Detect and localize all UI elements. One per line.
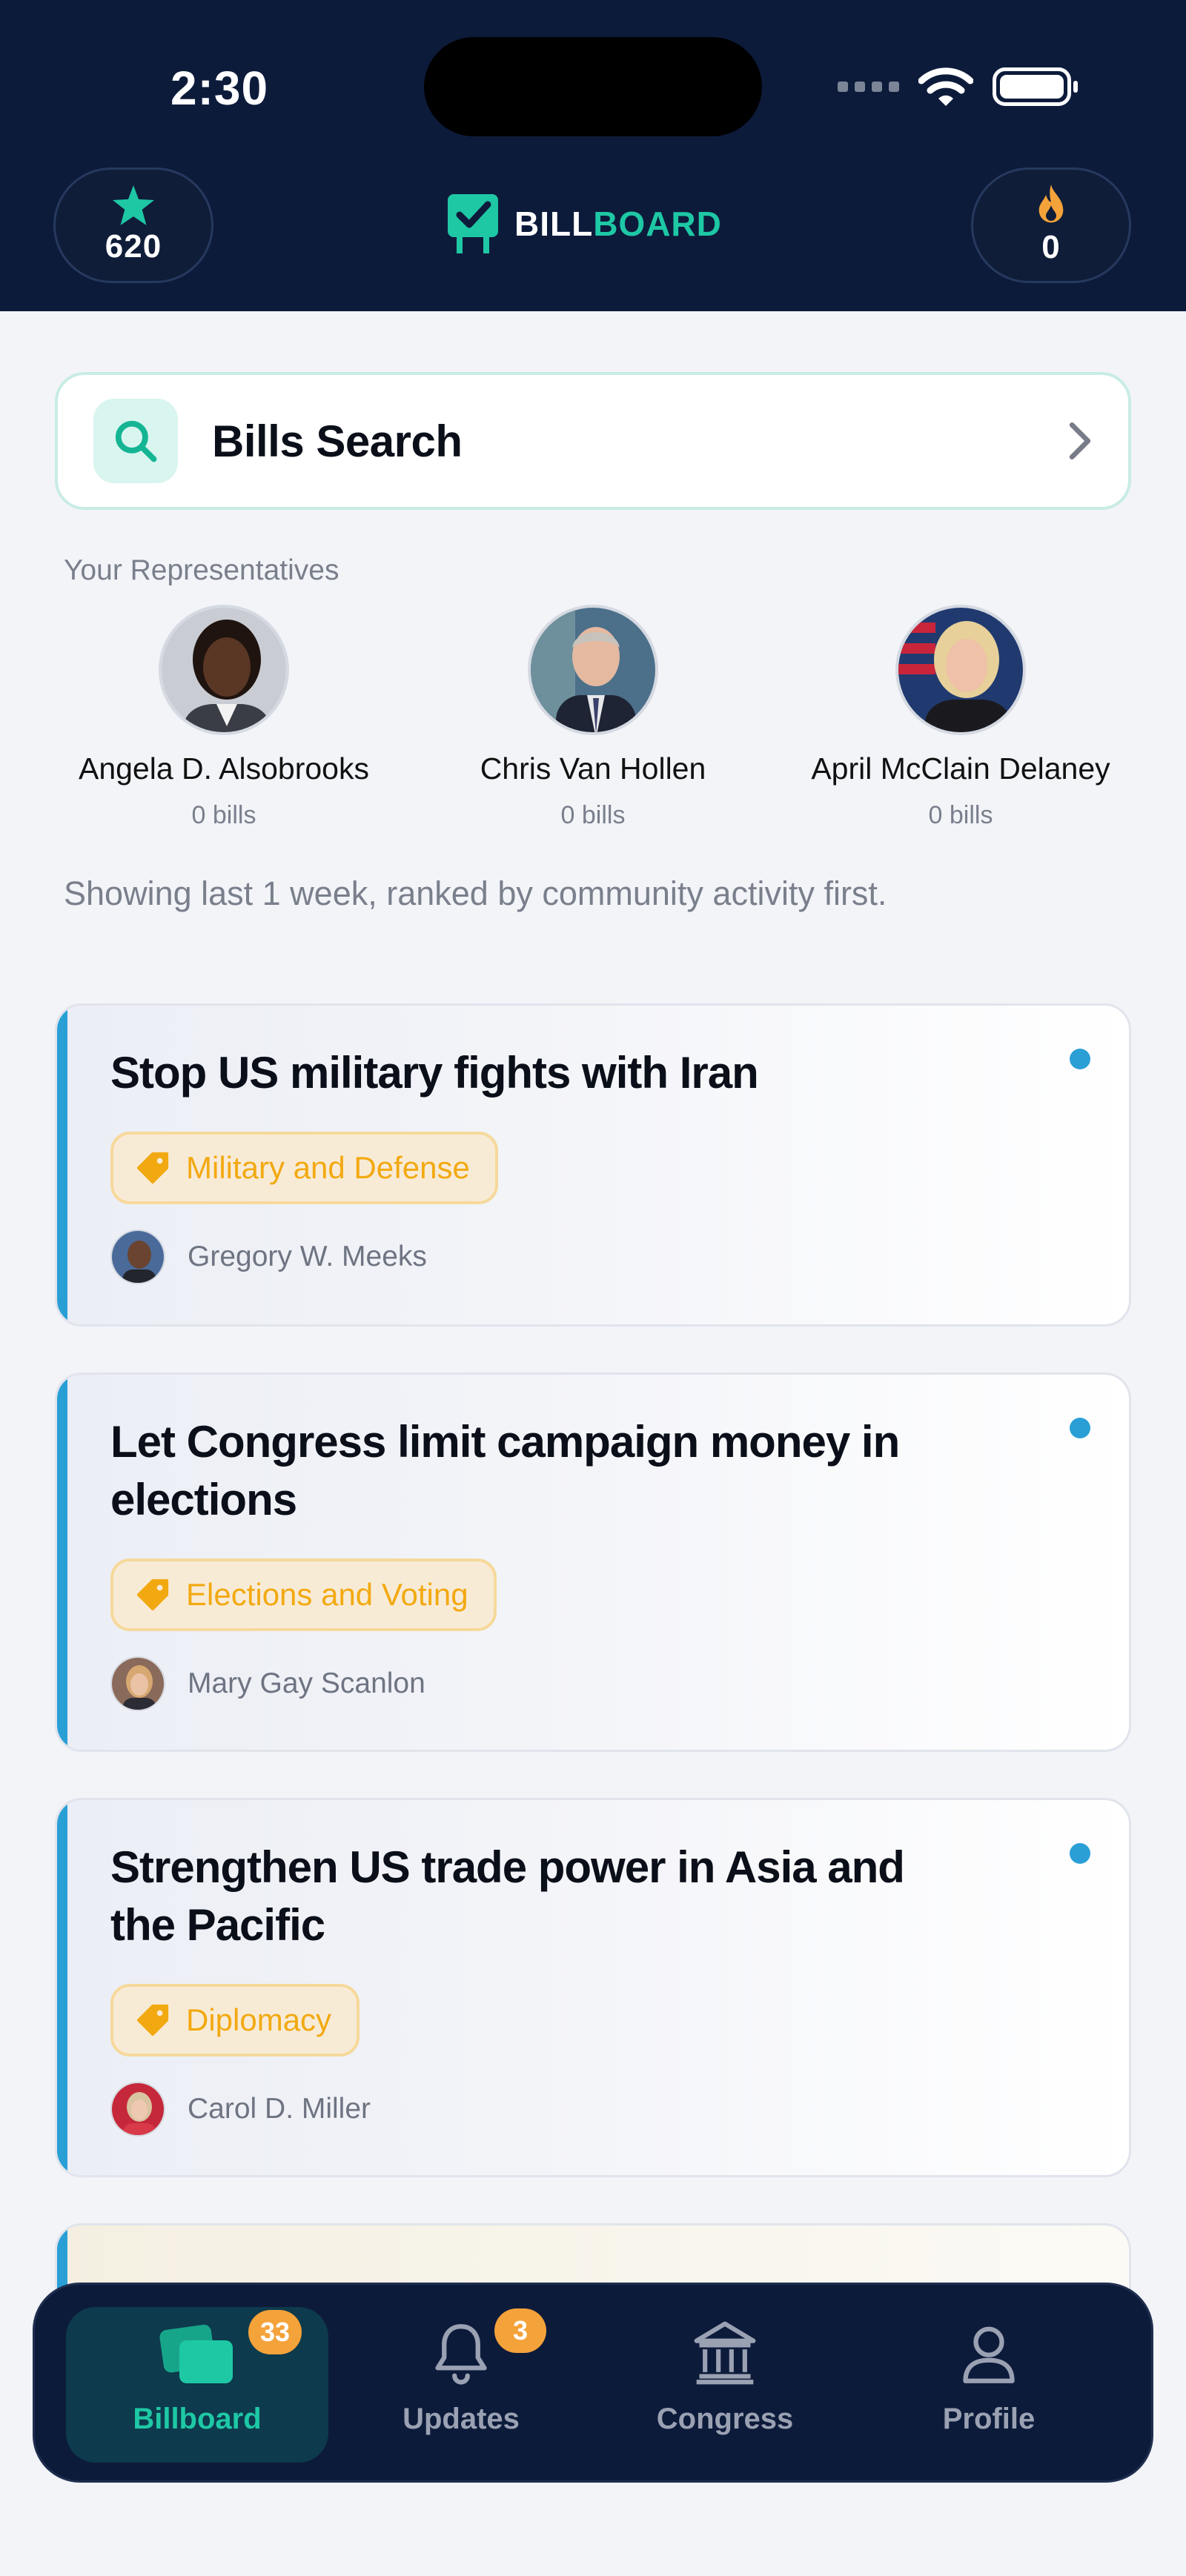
- representative-avatar: [895, 605, 1026, 735]
- nav-label: Billboard: [133, 2403, 262, 2435]
- bills-search-button[interactable]: Bills Search: [55, 372, 1131, 510]
- dynamic-island: [424, 37, 762, 136]
- status-time: 2:30: [170, 62, 269, 115]
- representative-item[interactable]: April McClain Delaney 0 bills: [775, 605, 1146, 830]
- bill-card[interactable]: Stop US military fights with Iran Milita…: [55, 1003, 1131, 1327]
- nav-label: Updates: [402, 2403, 520, 2435]
- bill-title: Strengthen US trade power in Asia and th…: [110, 1842, 905, 1950]
- bill-sponsor: Gregory W. Meeks: [110, 1229, 427, 1284]
- tag-icon: [136, 2004, 169, 2036]
- search-icon: [93, 399, 178, 483]
- bottom-navigation: Billboard 33 Updates 3 Congress Profile: [33, 2283, 1153, 2483]
- unread-indicator: [1070, 1418, 1090, 1438]
- tag-label: Military and Defense: [186, 1150, 470, 1185]
- tag-icon: [136, 1152, 169, 1184]
- bill-card[interactable]: Let Congress limit campaign money in ele…: [55, 1372, 1131, 1752]
- logo-text-board: BOARD: [593, 205, 722, 243]
- capitol-building-icon: [694, 2321, 756, 2385]
- person-icon: [963, 2326, 1015, 2383]
- representative-bill-count: 0 bills: [928, 801, 993, 829]
- card-accent-bar: [57, 1006, 67, 1324]
- bill-title: Let Congress limit campaign money in ele…: [110, 1417, 900, 1524]
- representative-bill-count: 0 bills: [191, 801, 256, 829]
- nav-label: Congress: [656, 2403, 794, 2435]
- card-accent-bar: [57, 1800, 67, 2175]
- bills-search-label: Bills Search: [212, 416, 463, 466]
- representative-bill-count: 0 bills: [560, 801, 626, 829]
- nav-billboard[interactable]: Billboard 33: [66, 2307, 328, 2463]
- representative-avatar: [159, 605, 289, 735]
- checkmark-board-icon: [448, 194, 498, 253]
- sponsor-name: Carol D. Miller: [188, 2093, 371, 2125]
- sponsor-name: Mary Gay Scanlon: [188, 1667, 425, 1699]
- sponsor-avatar: [110, 2082, 165, 2137]
- stars-value: 620: [105, 228, 162, 265]
- bill-category-tag[interactable]: Elections and Voting: [110, 1558, 497, 1631]
- bill-sponsor: Carol D. Miller: [110, 2082, 371, 2137]
- flame-icon: [1038, 185, 1064, 223]
- battery-icon: [993, 67, 1078, 106]
- representatives-list: Angela D. Alsobrooks 0 bills Chris Van H…: [0, 605, 1186, 842]
- notification-badge: 33: [248, 2310, 302, 2354]
- notification-badge: 3: [494, 2308, 546, 2353]
- card-accent-bar: [57, 1375, 67, 1750]
- bill-sponsor: Mary Gay Scanlon: [110, 1656, 425, 1711]
- bill-category-tag[interactable]: Diplomacy: [110, 1984, 360, 2057]
- bell-icon: [435, 2324, 487, 2385]
- representative-item[interactable]: Angela D. Alsobrooks 0 bills: [39, 605, 409, 830]
- cards-icon: [159, 2324, 233, 2383]
- feed-info-text: Showing last 1 week, ranked by community…: [64, 874, 887, 912]
- sponsor-name: Gregory W. Meeks: [188, 1241, 427, 1272]
- nav-label: Profile: [942, 2403, 1036, 2435]
- stars-counter[interactable]: 620: [53, 167, 213, 283]
- logo-text-bill: BILL: [514, 205, 594, 243]
- streak-value: 0: [1041, 229, 1061, 265]
- representatives-heading: Your Representatives: [64, 554, 339, 586]
- status-icons: [838, 67, 1078, 106]
- sponsor-avatar: [110, 1656, 165, 1711]
- cellular-signal-icon: [838, 82, 899, 92]
- representative-name: April McClain Delaney: [811, 751, 1110, 786]
- chevron-right-icon: [1069, 422, 1091, 459]
- star-icon: [113, 185, 154, 225]
- representative-avatar: [528, 605, 658, 735]
- nav-updates[interactable]: Updates 3: [330, 2307, 592, 2463]
- representative-name: Chris Van Hollen: [480, 751, 706, 786]
- representative-item[interactable]: Chris Van Hollen 0 bills: [408, 605, 778, 830]
- tag-icon: [136, 1579, 169, 1611]
- nav-congress[interactable]: Congress: [594, 2307, 856, 2463]
- representative-name: Angela D. Alsobrooks: [78, 751, 369, 786]
- sponsor-avatar: [110, 1229, 165, 1284]
- unread-indicator: [1070, 1843, 1090, 1864]
- streak-counter[interactable]: 0: [971, 167, 1131, 283]
- tag-label: Diplomacy: [186, 2002, 332, 2037]
- tag-label: Elections and Voting: [186, 1577, 468, 1612]
- app-header: 2:30 620 BILLBOARD 0: [0, 0, 1186, 311]
- wifi-icon: [918, 67, 973, 106]
- nav-profile[interactable]: Profile: [858, 2307, 1120, 2463]
- bill-title: Stop US military fights with Iran: [110, 1048, 759, 1098]
- billboard-logo: BILLBOARD: [445, 193, 722, 255]
- unread-indicator: [1070, 1049, 1090, 1069]
- bill-card[interactable]: Strengthen US trade power in Asia and th…: [55, 1798, 1131, 2177]
- bill-category-tag[interactable]: Military and Defense: [110, 1132, 498, 1204]
